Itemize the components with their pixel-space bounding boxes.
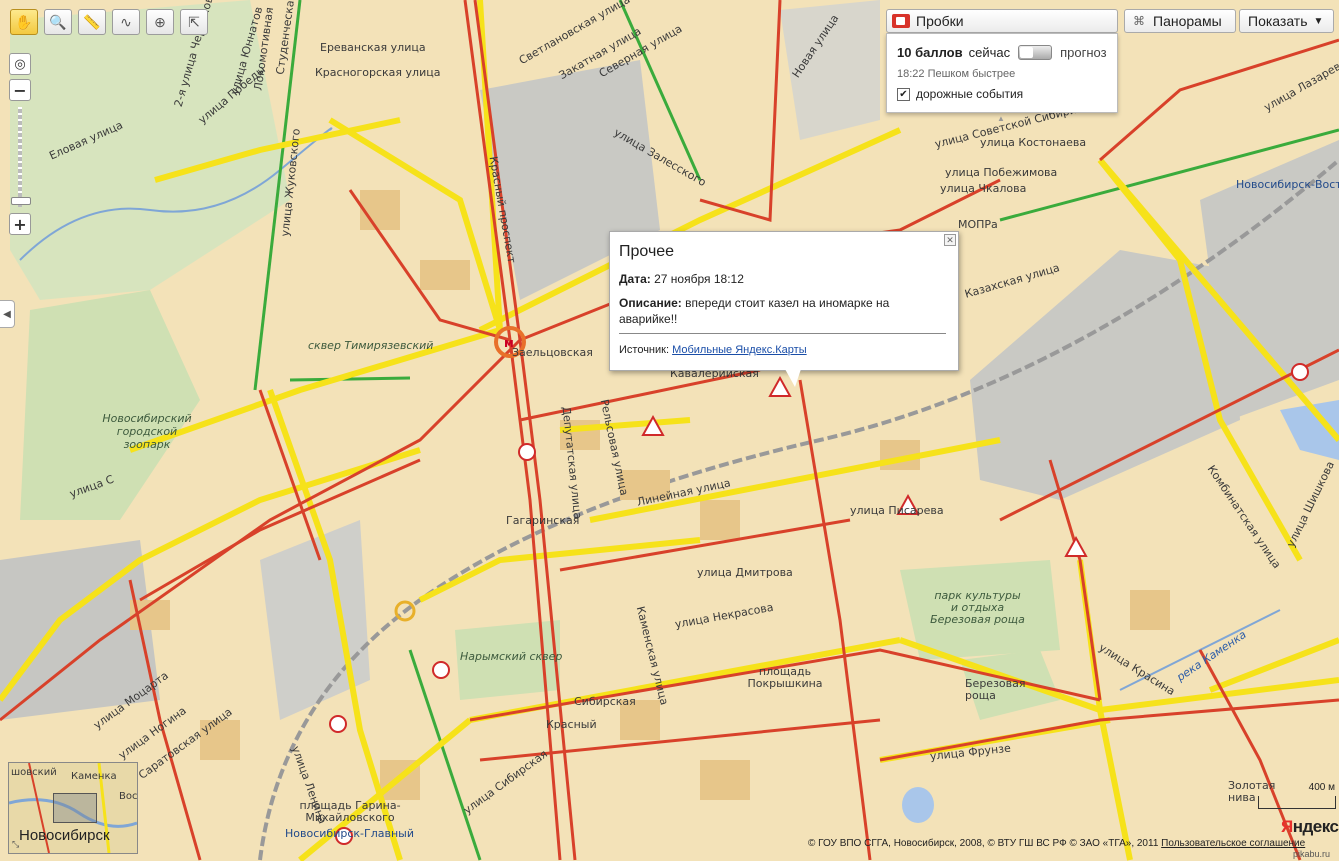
minimap-city-label: Новосибирск: [19, 827, 110, 844]
metro-label: Сибирская: [574, 695, 636, 708]
station-label: Новосибирск-Восточный: [1236, 178, 1339, 191]
square-label: площадь Покрышкина: [747, 665, 823, 690]
traffic-time-note: 18:22 Пешком быстрее: [897, 68, 1016, 80]
street-label: улица Писарева: [850, 504, 944, 517]
street-label: улица Костонаева: [980, 136, 1087, 149]
zoom-slider-handle[interactable]: [11, 197, 31, 205]
collapse-sidebar-icon[interactable]: ◀: [0, 300, 15, 328]
square-label: площадь Гарина-Михайловского: [299, 799, 401, 824]
accident-icon: [432, 661, 450, 679]
street-label: улица Побежимова: [945, 166, 1058, 179]
street-label: Ереванская улица: [320, 41, 426, 54]
show-label: Показать: [1248, 13, 1308, 29]
accident-icon: [1291, 363, 1309, 381]
close-icon[interactable]: ✕: [944, 234, 956, 246]
metro-label: Заельцовская: [512, 346, 593, 359]
balloon-source: Источник: Мобильные Яндекс.Карты: [619, 344, 807, 356]
traffic-label: Пробки: [916, 13, 964, 29]
accident-icon: [329, 715, 347, 733]
balloon-title: Прочее: [619, 243, 675, 260]
traffic-forecast-label[interactable]: прогноз: [1060, 45, 1106, 60]
traffic-mode-toggle[interactable]: [1018, 45, 1053, 60]
traffic-score: 10 баллов: [897, 45, 963, 60]
minimap-label: шовский: [11, 767, 57, 778]
zoom-in-button[interactable]: +: [9, 213, 31, 235]
street-label: улица Чкалова: [940, 182, 1027, 195]
map-canvas[interactable]: м Ереванская улица Красногорская улица Е…: [0, 0, 1339, 861]
terms-link[interactable]: Пользовательское соглашение: [1161, 838, 1305, 849]
minimap-resize-icon[interactable]: ⤡: [12, 839, 19, 850]
traffic-panel: 10 баллов сейчас прогноз 18:22 Пешком бы…: [886, 33, 1118, 123]
road-events-label: дорожные события: [916, 87, 1024, 101]
balloon-description: Описание: впереди стоит казел на иномарк…: [619, 296, 890, 326]
divider: [619, 333, 946, 334]
hand-icon[interactable]: ✋: [10, 9, 38, 35]
scale-bar: 400 м: [1258, 782, 1336, 809]
park-label: сквер Тимирязевский: [308, 339, 434, 352]
zoo-label: Новосибирский городской зоопарк: [102, 412, 192, 451]
map-toolbar: ✋ 🔍 📏 ∿ ⊕ ⇱: [10, 9, 208, 35]
accident-icon: [518, 443, 536, 461]
panorama-icon: ⌘: [1133, 14, 1145, 28]
metro-label: Березовая роща: [965, 677, 1026, 702]
minimap-label: Вос: [119, 791, 138, 802]
traffic-icon: [892, 14, 910, 28]
street-label: Красногорская улица: [315, 66, 441, 79]
magnifier-icon[interactable]: 🔍: [44, 9, 72, 35]
street-label: улица Дмитрова: [697, 566, 793, 579]
zoom-out-button[interactable]: −: [9, 79, 31, 101]
pond: [902, 787, 934, 823]
route-icon[interactable]: ∿: [112, 9, 140, 35]
add-marker-icon[interactable]: ⊕: [146, 9, 174, 35]
ruler-icon[interactable]: 📏: [78, 9, 106, 35]
panorama-button[interactable]: ⌘ Панорамы: [1124, 9, 1236, 33]
event-balloon: ✕ Прочее Дата: 27 ноября 18:12 Описание:…: [609, 231, 959, 371]
locate-icon[interactable]: ◎: [9, 53, 31, 75]
panorama-label: Панорамы: [1153, 13, 1222, 29]
pointer-help-icon[interactable]: ⇱: [180, 9, 208, 35]
traffic-button[interactable]: Пробки: [886, 9, 1118, 33]
street-label: МОПРа: [958, 218, 998, 231]
yandex-logo[interactable]: Яндекс: [1281, 817, 1339, 837]
source-link[interactable]: Мобильные Яндекс.Карты: [672, 344, 807, 356]
square-label: Нарымский сквер: [460, 650, 563, 663]
zoom-slider[interactable]: [11, 107, 31, 207]
copyright: © ГОУ ВПО СГГА, Новосибирск, 2008, © ВТУ…: [808, 838, 1306, 849]
balloon-date: Дата: 27 ноября 18:12: [619, 272, 744, 286]
traffic-now-label[interactable]: сейчас: [969, 45, 1011, 60]
metro-label: Гагаринская: [506, 514, 580, 527]
station-label: Новосибирск-Главный: [285, 827, 414, 840]
watermark: pikabu.ru: [1293, 849, 1331, 859]
road-events-checkbox[interactable]: ✔: [897, 87, 910, 101]
zoom-control: ◎ − +: [9, 53, 31, 235]
metro-label: Золотая нива: [1228, 779, 1276, 804]
chevron-down-icon: ▼: [1313, 15, 1324, 27]
balloon-tail: [785, 369, 801, 387]
show-dropdown[interactable]: Показать ▼: [1239, 9, 1334, 33]
minimap-viewport[interactable]: [53, 793, 97, 823]
metro-label: Красный: [546, 718, 597, 731]
minimap-label: Каменка: [71, 771, 117, 782]
overview-minimap[interactable]: шовский Каменка Вос Новосибирск ⤡: [8, 762, 138, 854]
panel-collapse-icon[interactable]: ▲: [997, 114, 1005, 123]
park-label: парк культуры и отдыха Березовая роща: [930, 589, 1025, 626]
